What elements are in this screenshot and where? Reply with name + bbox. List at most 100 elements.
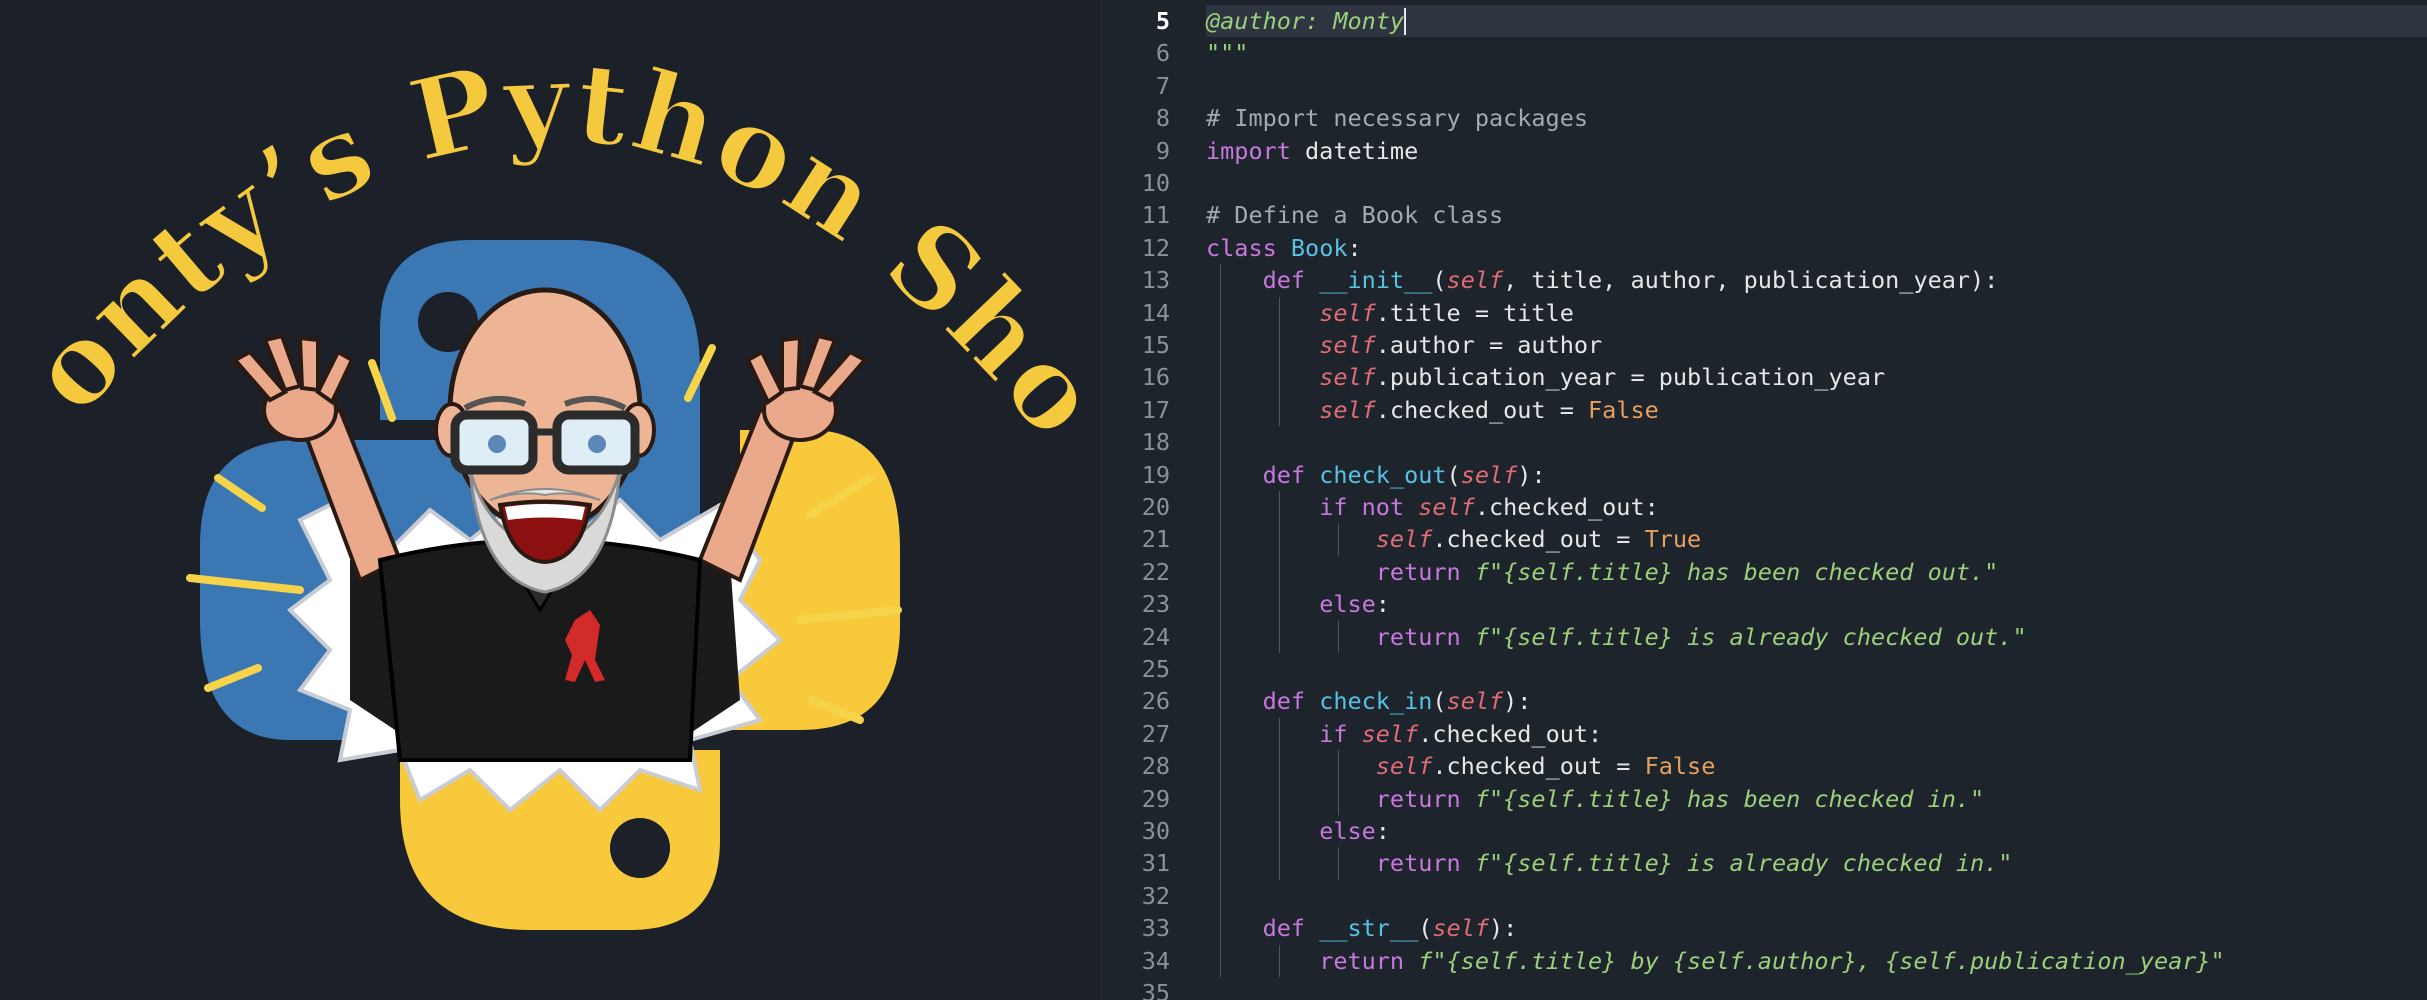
monty-python-show-logo: Monty’s Python Show	[0, 0, 1100, 1000]
line-number: 28	[1141, 752, 1170, 781]
code-line[interactable]: return f"{self.title} is already checked…	[1206, 621, 2427, 653]
code-token: self	[1319, 395, 1376, 424]
code-token: False	[1644, 752, 1716, 781]
code-line[interactable]: # Import necessary packages	[1206, 102, 2427, 134]
indent-guide	[1220, 264, 1221, 977]
line-number: 24	[1141, 622, 1170, 651]
line-number: 6	[1155, 39, 1170, 68]
code-line[interactable]	[1206, 880, 2427, 912]
code-token: """	[1206, 39, 1249, 68]
code-line[interactable]: self.checked_out = False	[1206, 750, 2427, 782]
line-number: 21	[1141, 525, 1170, 554]
indent-guide	[1279, 944, 1280, 977]
code-line[interactable]: def __init__(self, title, author, public…	[1206, 264, 2427, 296]
code-token: , title, author, publication_year):	[1503, 266, 1999, 295]
code-line[interactable]: return f"{self.title} is already checked…	[1206, 847, 2427, 879]
code-token: else	[1319, 817, 1376, 845]
code-line[interactable]: self.checked_out = True	[1206, 523, 2427, 555]
code-token: @author: Monty	[1206, 7, 1405, 35]
line-number: 10	[1141, 169, 1170, 197]
code-line[interactable]	[1206, 70, 2427, 102]
code-line[interactable]	[1206, 653, 2427, 685]
code-token: .checked_out:	[1474, 493, 1659, 521]
code-editor[interactable]: 5 6 7 8 9 10 11 12 13 14 15 16 17 18 19 20 21 22 23 24 25 26 2…	[1100, 0, 2427, 1000]
code-token: if	[1319, 719, 1348, 748]
code-token: def	[1262, 266, 1306, 295]
line-number: 23	[1141, 590, 1170, 619]
code-line[interactable]: return f"{self.title} by {self.author}, …	[1206, 945, 2427, 977]
code-line[interactable]: self.publication_year = publication_year	[1206, 361, 2427, 393]
line-number: 27	[1141, 719, 1170, 748]
code-token: check_out	[1319, 460, 1447, 489]
code-token: return	[1375, 784, 1461, 813]
code-token: import	[1206, 136, 1291, 165]
code-line[interactable]: import datetime	[1206, 135, 2427, 167]
line-number: 30	[1141, 817, 1170, 845]
code-line[interactable]	[1206, 977, 2427, 1000]
code-area[interactable]: @author: Monty """ # Import necessary pack…	[1206, 0, 2427, 1000]
code-token: self	[1319, 298, 1376, 327]
code-token: .checked_out:	[1418, 719, 1603, 748]
code-token: return	[1375, 557, 1461, 586]
code-line[interactable]: else:	[1206, 815, 2427, 847]
line-number: 8	[1155, 104, 1170, 133]
code-line[interactable]: class Book:	[1206, 232, 2427, 264]
code-line[interactable]	[1206, 426, 2427, 458]
code-token: self	[1432, 914, 1489, 943]
code-token: (	[1446, 460, 1461, 489]
code-line[interactable]: return f"{self.title} has been checked i…	[1206, 783, 2427, 815]
code-token: datetime	[1290, 136, 1419, 165]
line-number: 19	[1141, 460, 1170, 489]
code-line[interactable]	[1206, 167, 2427, 199]
line-number: 34	[1141, 946, 1170, 975]
code-token: (	[1418, 914, 1433, 943]
line-number: 5	[1155, 7, 1170, 35]
code-line[interactable]: def __str__(self):	[1206, 912, 2427, 944]
code-token: self	[1375, 752, 1433, 781]
logo-artwork: Monty’s Python Show	[0, 0, 1100, 930]
code-token: # Define a Book class	[1206, 201, 1504, 230]
code-token: ):	[1517, 460, 1546, 489]
code-line[interactable]: self.author = author	[1206, 329, 2427, 361]
code-line[interactable]: def check_out(self):	[1206, 459, 2427, 491]
code-line[interactable]: if not self.checked_out:	[1206, 491, 2427, 523]
code-token: # Import necessary packages	[1206, 104, 1589, 133]
code-line[interactable]: else:	[1206, 588, 2427, 620]
code-line[interactable]: self.checked_out = False	[1206, 394, 2427, 426]
code-token: __str__	[1319, 914, 1419, 943]
code-line[interactable]: # Define a Book class	[1206, 199, 2427, 231]
code-token: def	[1262, 914, 1306, 943]
code-line[interactable]: return f"{self.title} has been checked o…	[1206, 556, 2427, 588]
code-token: f"{self.title} is already checked in."	[1474, 849, 2013, 878]
code-line[interactable]: @author: Monty	[1206, 5, 2427, 37]
indent-guide	[1279, 717, 1280, 880]
line-number: 26	[1141, 687, 1170, 716]
code-token: return	[1319, 946, 1405, 975]
code-token: if not	[1319, 493, 1405, 521]
code-line[interactable]: if self.checked_out:	[1206, 718, 2427, 750]
code-line[interactable]: def check_in(self):	[1206, 685, 2427, 717]
code-token: .publication_year = publication_year	[1375, 363, 1886, 392]
line-number: 11	[1141, 201, 1170, 230]
code-line[interactable]: self.title = title	[1206, 297, 2427, 329]
code-line[interactable]: """	[1206, 37, 2427, 69]
code-token: :	[1375, 590, 1390, 619]
line-number: 29	[1141, 784, 1170, 813]
